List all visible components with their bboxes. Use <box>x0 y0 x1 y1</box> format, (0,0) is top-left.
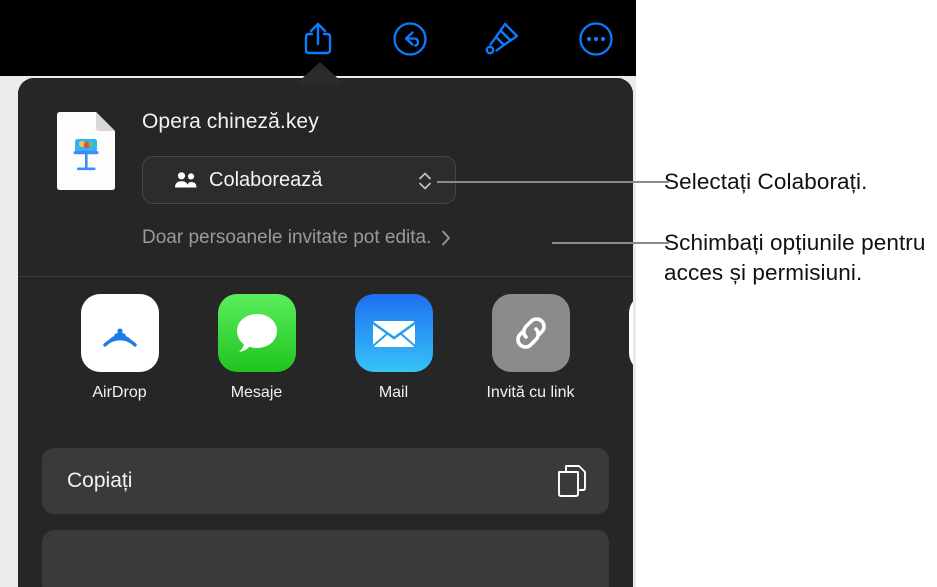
share-sheet-popover: Opera chineză.key Colaborează Doar perso… <box>18 78 633 587</box>
annotation-change-options: Schimbați opțiunile pentru acces și perm… <box>664 230 926 285</box>
permissions-row[interactable]: Doar persoanele invitate pot edita. <box>142 226 451 250</box>
keynote-document-icon <box>55 111 117 191</box>
action-row-secondary[interactable] <box>42 530 609 587</box>
mail-envelope-icon <box>354 294 433 372</box>
airdrop-icon <box>80 294 159 372</box>
share-target-label: Invită cu link <box>486 384 575 401</box>
people-icon <box>174 170 198 190</box>
action-label: Copiați <box>67 469 133 492</box>
undo-icon[interactable] <box>387 16 433 62</box>
more-options-icon[interactable] <box>573 16 619 62</box>
leader-line-collaborate <box>437 181 669 183</box>
chevron-right-icon <box>441 229 451 247</box>
share-target-label: Mesaje <box>230 384 283 401</box>
share-target-airdrop[interactable]: AirDrop <box>51 277 188 402</box>
share-sheet-header: Opera chineză.key Colaborează Doar perso… <box>18 78 633 276</box>
share-target-label: Mail <box>378 384 409 401</box>
messages-bubble-icon <box>217 294 296 372</box>
document-title: Opera chineză.key <box>142 110 319 133</box>
annotation-select-collaborate: Selectați Colaborați. <box>664 169 868 194</box>
leader-line-permissions <box>552 242 669 244</box>
copy-documents-icon <box>557 464 587 498</box>
share-target-invite-with-link[interactable]: Invită cu link <box>462 277 599 402</box>
collaborate-dropdown[interactable]: Colaborează <box>142 156 456 204</box>
paintbrush-icon[interactable] <box>479 16 525 62</box>
link-chain-icon <box>491 294 570 372</box>
share-target-mail[interactable]: Mail <box>325 277 462 402</box>
share-target-messages[interactable]: Mesaje <box>188 277 325 402</box>
reminders-circles-icon <box>628 294 633 372</box>
app-screenshot-region: Opera chineză.key Colaborează Doar perso… <box>0 0 636 587</box>
chevron-up-down-icon <box>417 170 433 192</box>
share-target-label: AirDrop <box>92 384 147 401</box>
collaborate-dropdown-label: Colaborează <box>209 168 323 191</box>
permissions-text: Doar persoanele invitate pot edita. <box>142 227 432 248</box>
share-targets-row: AirDrop Mesaje Mail Invită cu link <box>18 277 633 447</box>
popover-pointer-arrow <box>296 62 344 84</box>
share-target-reminders[interactable]: Men <box>599 277 633 402</box>
action-row-copy[interactable]: Copiați <box>42 448 609 514</box>
share-icon[interactable] <box>295 16 341 62</box>
